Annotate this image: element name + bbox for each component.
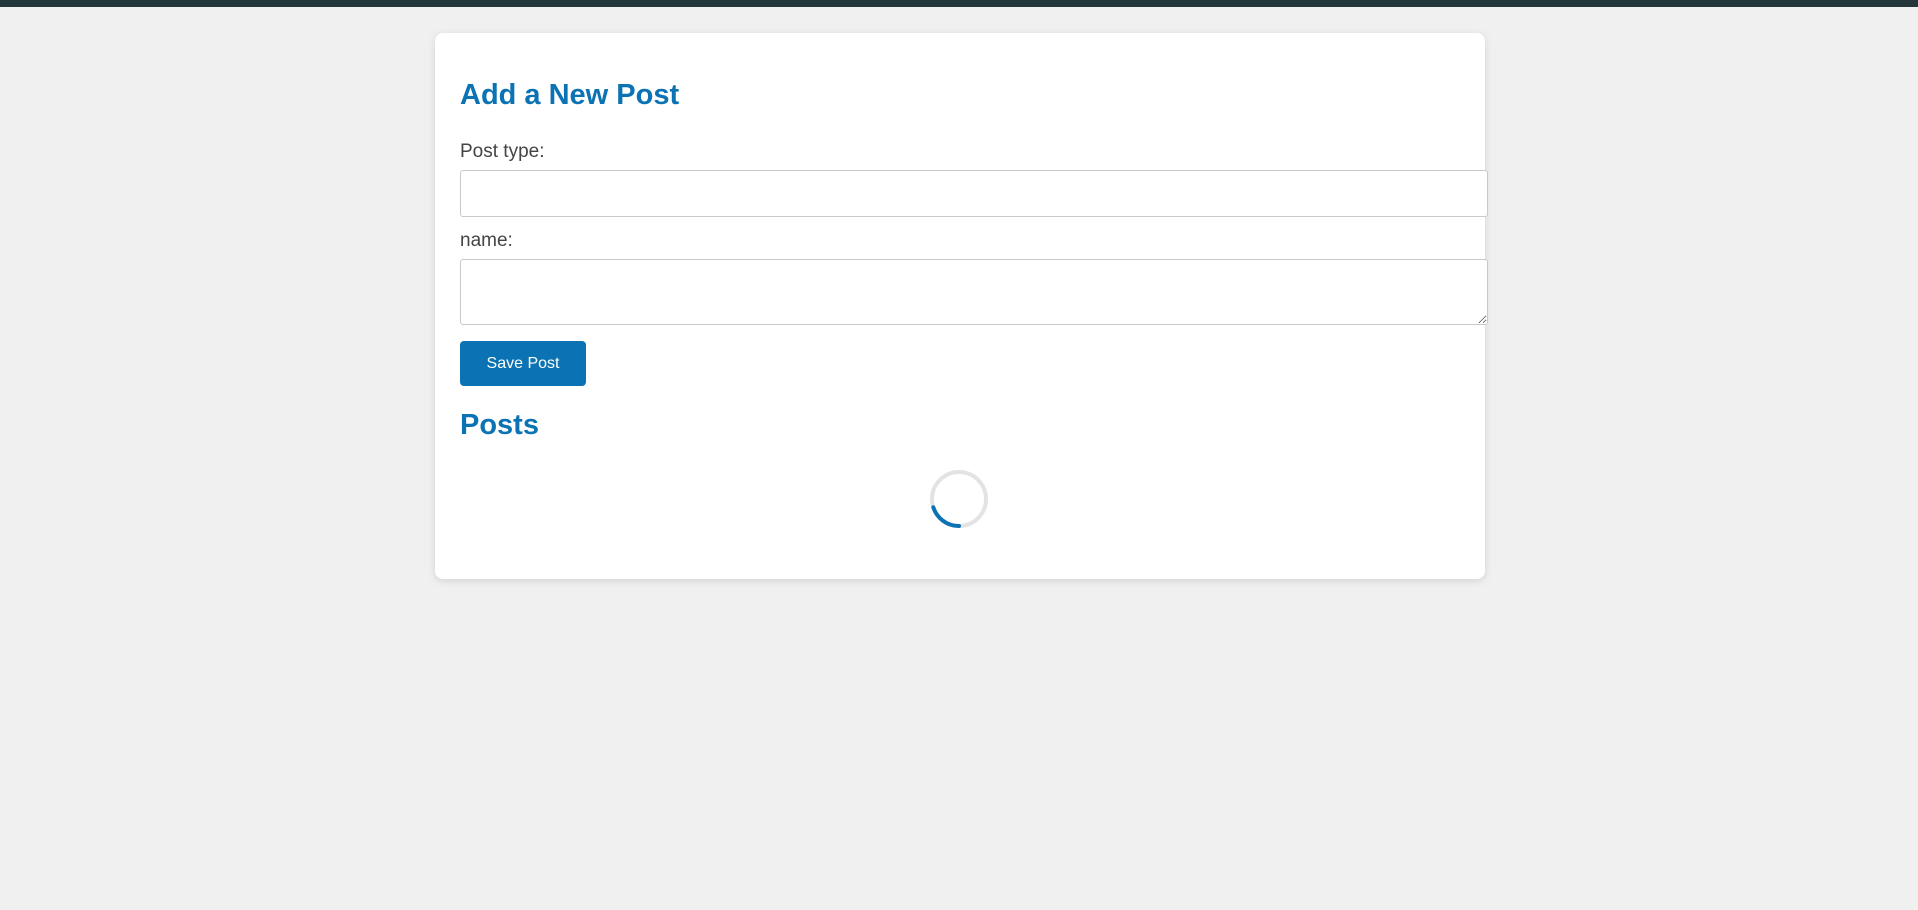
loading-spinner-icon <box>930 470 988 528</box>
post-type-label: Post type: <box>460 141 545 162</box>
save-post-button[interactable]: Save Post <box>460 341 586 386</box>
post-card: Add a New Post Post type: name: Save Pos… <box>435 33 1488 579</box>
top-bar <box>0 0 1918 7</box>
name-textarea[interactable] <box>460 259 1488 325</box>
posts-title: Posts <box>460 409 539 441</box>
post-type-input[interactable] <box>460 170 1488 217</box>
name-label: name: <box>460 230 513 251</box>
add-post-title: Add a New Post <box>460 79 680 111</box>
